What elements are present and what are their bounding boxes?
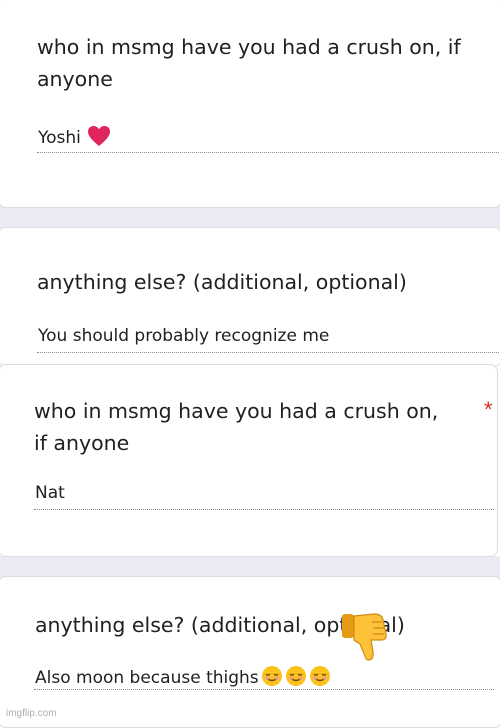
required-marker: *: [484, 397, 493, 422]
answer-underline: [34, 689, 494, 690]
form-background: [0, 205, 500, 229]
answer-text[interactable]: You should probably recognize me: [38, 326, 329, 346]
question-card: anything else? (additional, optional) Yo…: [0, 227, 500, 367]
answer-text[interactable]: Nat: [35, 483, 65, 503]
question-text: who in msmg have you had a crush on, if …: [34, 399, 439, 455]
smiling-relieved-icon: [261, 665, 283, 692]
watermark: imgflip.com: [6, 708, 57, 719]
question-card: who in msmg have you had a crush on, if …: [0, 0, 500, 208]
answer-underline: [34, 509, 494, 510]
question-card: anything else? (additional, optional) Al…: [0, 576, 500, 728]
red-heart-icon: [87, 125, 111, 152]
answer-value: Also moon because thighs: [35, 668, 259, 688]
question-text: anything else? (additional, optional): [35, 613, 405, 637]
answer-text[interactable]: Yoshi: [38, 125, 111, 152]
question-card: who in msmg have you had a crush on, if …: [0, 364, 498, 557]
thumbs-down-icon: [338, 610, 392, 669]
question-text: anything else? (additional, optional): [37, 270, 407, 294]
answer-underline: [37, 352, 500, 353]
answer-underline: [37, 152, 500, 153]
question-text: who in msmg have you had a crush on, if …: [37, 35, 461, 91]
answer-text[interactable]: Also moon because thighs: [35, 665, 331, 692]
form-background: [0, 556, 500, 578]
answer-value: Yoshi: [38, 128, 81, 148]
smiling-relieved-icon: [285, 665, 307, 692]
smiling-relieved-icon: [309, 665, 331, 692]
